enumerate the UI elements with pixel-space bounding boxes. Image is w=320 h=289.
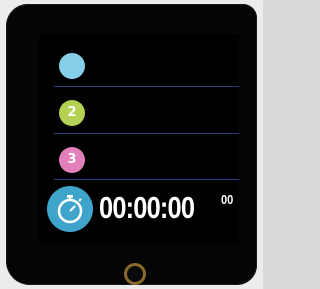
watch-device: 2 3 00:00:00 00 xyxy=(0,0,263,289)
divider xyxy=(54,179,239,180)
home-button[interactable] xyxy=(124,263,146,285)
timer-display: 00:00:00 xyxy=(99,190,195,225)
lap-badge-1 xyxy=(59,53,85,79)
stopwatch-icon[interactable] xyxy=(47,186,93,232)
lap-row-1[interactable] xyxy=(39,40,239,86)
timer-row: 00:00:00 00 xyxy=(39,182,239,236)
watch-bezel: 2 3 00:00:00 00 xyxy=(6,4,257,285)
lap-badge-3: 3 xyxy=(59,147,85,173)
watch-screen: 2 3 00:00:00 00 xyxy=(39,34,239,244)
lap-badge-2: 2 xyxy=(59,100,85,126)
lap-row-2[interactable]: 2 xyxy=(39,87,239,133)
lap-row-3[interactable]: 3 xyxy=(39,134,239,180)
timer-fraction: 00 xyxy=(221,192,234,207)
